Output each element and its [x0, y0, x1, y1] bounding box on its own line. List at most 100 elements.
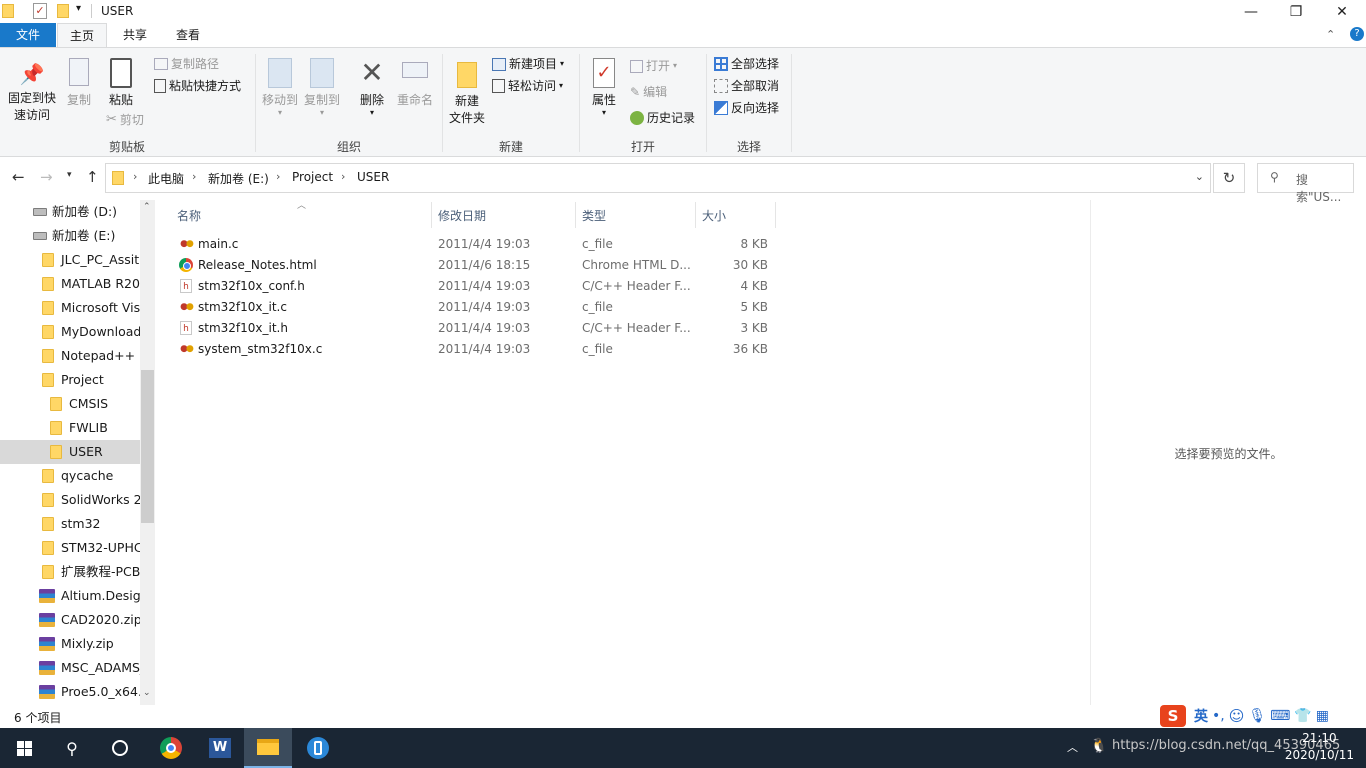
start-button[interactable] [0, 728, 48, 768]
skin-icon[interactable]: 👕 [1294, 708, 1311, 724]
copy-button[interactable]: 复制 [62, 58, 96, 109]
column-size[interactable]: 大小 [702, 207, 726, 224]
breadcrumb-separator[interactable]: › [133, 170, 137, 183]
nav-item[interactable]: 扩展教程-PCB [0, 560, 140, 584]
file-row[interactable]: ●● stm32f10x_it.c 2011/4/4 19:03 c_file 5 KB [170, 297, 775, 318]
pin-quick-access-button[interactable]: 📌 固定到快 速访问 [4, 62, 60, 124]
phone-taskbar-button[interactable] [294, 728, 342, 768]
breadcrumb-drive-e[interactable]: 新加卷 (E:) [208, 170, 269, 187]
tab-file[interactable]: 文件 [0, 23, 56, 47]
nav-item[interactable]: Project [0, 368, 140, 392]
open-button[interactable]: 打开 ▾ [630, 56, 677, 76]
column-divider[interactable] [575, 202, 576, 228]
copy-path-button[interactable]: 复制路径 [154, 54, 219, 74]
help-icon[interactable]: ? [1350, 27, 1364, 41]
column-type[interactable]: 类型 [582, 207, 606, 224]
breadcrumb-project[interactable]: Project [292, 170, 333, 184]
file-row[interactable]: h stm32f10x_it.h 2011/4/4 19:03 C/C++ Heade… [170, 318, 775, 339]
task-view-button[interactable] [96, 728, 144, 768]
edit-button[interactable]: ✎ 编辑 [630, 82, 667, 102]
file-explorer-taskbar-button[interactable] [244, 728, 292, 768]
copy-to-button[interactable]: 复制到 ▾ [302, 58, 342, 117]
forward-arrow-icon[interactable]: → [40, 168, 53, 186]
column-date[interactable]: 修改日期 [438, 207, 486, 224]
address-bar[interactable]: › 此电脑 › 新加卷 (E:) › Project › USER ⌄ [105, 163, 1211, 193]
customize-quick-access-icon[interactable]: ▾ [76, 3, 81, 14]
file-row[interactable]: h stm32f10x_conf.h 2011/4/4 19:03 C/C++ Hea… [170, 276, 775, 297]
invert-selection-button[interactable]: 反向选择 [714, 98, 779, 118]
column-divider[interactable] [775, 202, 776, 228]
scroll-up-icon[interactable]: ⌃ [143, 202, 151, 212]
new-folder-quick-icon[interactable] [57, 4, 69, 18]
breadcrumb-separator[interactable]: › [276, 170, 280, 183]
nav-item[interactable]: 新加卷 (D:) [0, 200, 140, 224]
show-hidden-icons-icon[interactable]: ︿ [1067, 739, 1078, 755]
toolbox-icon[interactable]: ▦ [1316, 708, 1329, 724]
properties-button[interactable]: ✓ 属性 ▾ [586, 58, 622, 117]
select-all-button[interactable]: 全部选择 [714, 54, 779, 74]
maximize-button[interactable]: ❐ [1273, 0, 1319, 23]
nav-item[interactable]: FWLIB [0, 416, 140, 440]
properties-quick-icon[interactable]: ✓ [33, 3, 47, 19]
move-to-button[interactable]: 移动到 ▾ [260, 58, 300, 117]
paste-button[interactable]: 粘贴 [104, 58, 138, 109]
nav-item[interactable]: USER [0, 440, 140, 464]
nav-item[interactable]: Mixly.zip [0, 632, 140, 656]
search-box[interactable]: ⚲ 搜索"US... [1257, 163, 1354, 204]
file-row[interactable]: Release_Notes.html 2011/4/6 18:15 Chrome H… [170, 255, 775, 276]
recent-locations-icon[interactable]: ▾ [67, 170, 72, 180]
column-divider[interactable] [431, 202, 432, 228]
new-item-button[interactable]: 新建项目 ▾ [492, 54, 564, 74]
ime-language[interactable]: 英 [1194, 706, 1208, 726]
nav-item[interactable]: CAD2020.zip [0, 608, 140, 632]
nav-item[interactable]: qycache [0, 464, 140, 488]
chrome-taskbar-button[interactable] [147, 728, 195, 768]
tab-share[interactable]: 共享 [110, 23, 160, 47]
nav-item[interactable]: STM32-UPHC [0, 536, 140, 560]
nav-scrollbar-thumb[interactable] [141, 370, 154, 523]
select-none-button[interactable]: 全部取消 [714, 76, 779, 96]
nav-item[interactable]: MATLAB R201 [0, 272, 140, 296]
up-arrow-icon[interactable]: ↑ [86, 168, 99, 186]
nav-item[interactable]: Notepad++ [0, 344, 140, 368]
breadcrumb-separator[interactable]: › [192, 170, 196, 183]
microphone-icon[interactable]: 🎙 [1248, 708, 1266, 724]
column-divider[interactable] [695, 202, 696, 228]
breadcrumb-separator[interactable]: › [341, 170, 345, 183]
search-taskbar-button[interactable]: ⚲ [48, 728, 96, 768]
address-dropdown-icon[interactable]: ⌄ [1195, 170, 1204, 183]
nav-item[interactable]: MSC_ADAMS_ [0, 656, 140, 680]
cut-button[interactable]: ✂ 剪切 [106, 110, 144, 130]
nav-item[interactable]: Proe5.0_x64.z [0, 680, 140, 704]
delete-button[interactable]: ✕ 删除 ▾ [352, 58, 392, 117]
new-folder-button[interactable]: 新建 文件夹 [446, 58, 488, 127]
rename-button[interactable]: 重命名 [394, 58, 436, 109]
nav-item[interactable]: JLC_PC_Assit [0, 248, 140, 272]
nav-item[interactable]: Microsoft Vis [0, 296, 140, 320]
nav-item[interactable]: SolidWorks 2 [0, 488, 140, 512]
file-row[interactable]: ●● system_stm32f10x.c 2011/4/4 19:03 c_file… [170, 339, 775, 360]
scroll-down-icon[interactable]: ⌄ [143, 688, 151, 698]
collapse-ribbon-icon[interactable]: ⌃ [1326, 28, 1335, 41]
nav-item[interactable]: Altium.Design [0, 584, 140, 608]
sogou-logo-icon[interactable]: S [1160, 705, 1186, 727]
nav-item[interactable]: 新加卷 (E:) [0, 224, 140, 248]
nav-item[interactable]: MyDownload [0, 320, 140, 344]
keyboard-icon[interactable]: ⌨ [1270, 708, 1290, 724]
emoji-icon[interactable]: ☺ [1229, 707, 1245, 725]
tab-home[interactable]: 主页 [57, 23, 107, 47]
nav-item[interactable]: stm32 [0, 512, 140, 536]
column-name[interactable]: 名称 [177, 207, 201, 224]
refresh-button[interactable]: ↻ [1213, 163, 1245, 193]
word-taskbar-button[interactable]: W [196, 728, 244, 768]
history-button[interactable]: 历史记录 [630, 108, 695, 128]
close-button[interactable]: ✕ [1319, 0, 1365, 23]
clock[interactable]: 21:10 2020/10/11 [1285, 730, 1354, 764]
back-arrow-icon[interactable]: ← [12, 168, 25, 186]
qq-icon[interactable]: 🐧 [1090, 738, 1107, 754]
paste-shortcut-button[interactable]: 粘贴快捷方式 [154, 76, 241, 96]
nav-item[interactable]: CMSIS [0, 392, 140, 416]
easy-access-button[interactable]: 轻松访问 ▾ [492, 76, 563, 96]
file-row[interactable]: ●● main.c 2011/4/4 19:03 c_file 8 KB [170, 234, 775, 255]
minimize-button[interactable]: — [1228, 0, 1274, 23]
